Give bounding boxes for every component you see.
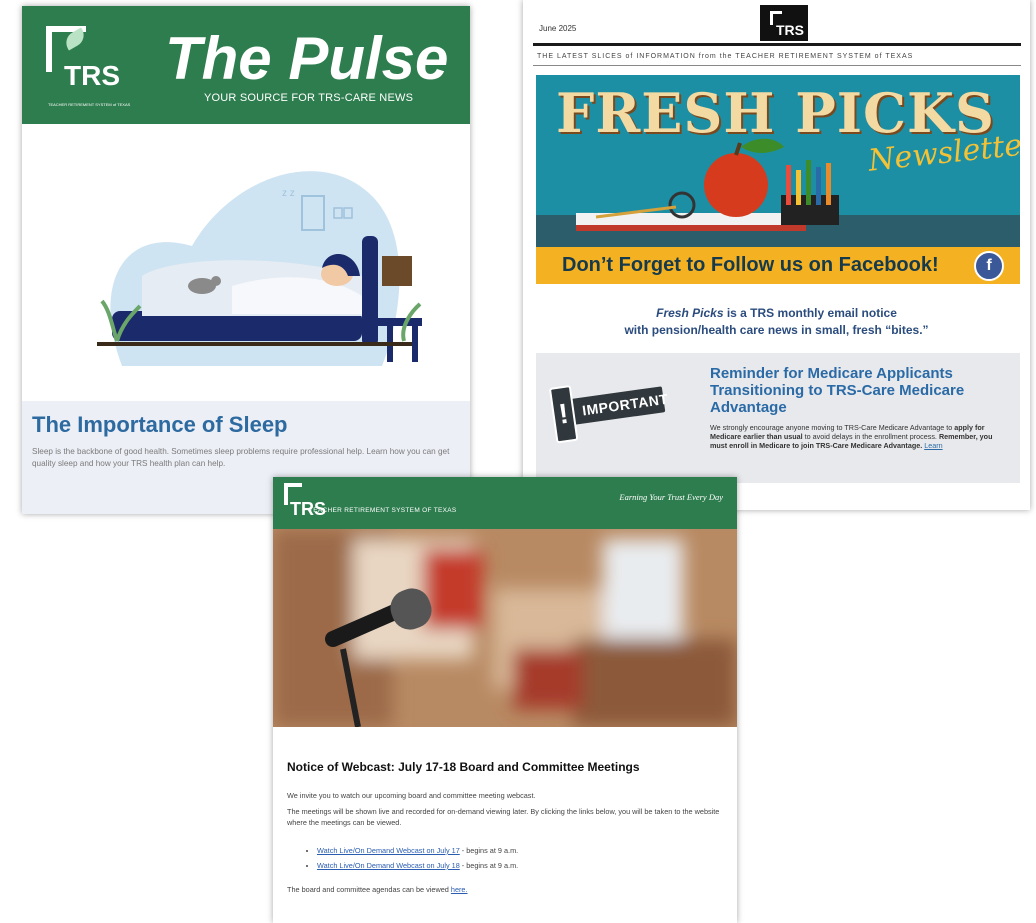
microphone-photo: [273, 529, 737, 727]
pulse-title: The Pulse: [165, 25, 449, 92]
newsletter-intro: Fresh Picks is a TRS monthly email notic…: [523, 305, 1030, 339]
intro-line-2: with pension/health care news in small, …: [624, 323, 929, 337]
list-item: Watch Live/On Demand Webcast on July 18 …: [317, 858, 717, 873]
webcast-notice-card: TRS TEACHER RETIREMENT SYSTEM OF TEXAS E…: [273, 477, 737, 923]
fresh-picks-newsletter-card: June 2025 TRS THE LATEST SLICES of INFOR…: [523, 0, 1030, 510]
intro-name: Fresh Picks: [656, 306, 724, 320]
divider: [533, 43, 1021, 46]
pulse-newsletter-card: TRS TEACHER RETIREMENT SYSTEM of TEXAS T…: [22, 6, 470, 514]
webcast-intro: We invite you to watch our upcoming boar…: [287, 791, 536, 800]
webcast-details: The meetings will be shown live and reco…: [287, 807, 720, 827]
svg-text:z z: z z: [282, 188, 295, 199]
facebook-icon[interactable]: f: [974, 251, 1004, 281]
trs-logo: TRS: [282, 483, 326, 523]
fresh-picks-banner: FRESH PICKS Newsletter: [536, 75, 1020, 258]
tagline: THE LATEST SLICES of INFORMATION from th…: [537, 53, 914, 60]
link-time: - begins at 9 a.m.: [459, 846, 519, 855]
pulse-subtitle: YOUR SOURCE FOR TRS-CARE NEWS: [204, 92, 414, 104]
reminder-text: to avoid delays in the enrollment proces…: [802, 432, 939, 441]
article-headline[interactable]: The Importance of Sleep: [32, 412, 288, 438]
issue-date: June 2025: [539, 24, 577, 33]
link-time: - begins at 9 a.m.: [459, 861, 519, 870]
learn-more-link[interactable]: Learn: [924, 441, 942, 450]
system-name: TEACHER RETIREMENT SYSTEM OF TEXAS: [309, 507, 457, 514]
trs-logo: TRS TEACHER RETIREMENT SYSTEM of TEXAS: [44, 26, 132, 107]
list-item: Watch Live/On Demand Webcast on July 17 …: [317, 843, 717, 858]
important-badge-icon: ! IMPORTANT: [548, 384, 670, 444]
agenda-text: The board and committee agendas can be v…: [287, 885, 451, 894]
badge-label: IMPORTANT: [581, 390, 670, 419]
exclamation-icon: !: [548, 384, 579, 444]
reminder-body: We strongly encourage anyone moving to T…: [710, 423, 1010, 450]
trs-logo-text: TRS: [64, 60, 120, 91]
banner-title: FRESH PICKS: [556, 81, 995, 145]
sleep-illustration: z z: [97, 171, 422, 366]
agenda-link[interactable]: here.: [451, 885, 468, 894]
intro-text: is a TRS monthly email notice: [723, 306, 897, 320]
agenda-note: The board and committee agendas can be v…: [287, 884, 727, 895]
divider: [533, 65, 1021, 66]
facebook-cta[interactable]: Don’t Forget to Follow us on Facebook!: [562, 254, 939, 277]
trs-logo: TRS: [760, 5, 808, 41]
pulse-header: TRS TEACHER RETIREMENT SYSTEM of TEXAS T…: [22, 6, 470, 124]
facebook-banner[interactable]: Don’t Forget to Follow us on Facebook! f: [536, 247, 1020, 284]
article-body: Sleep is the backbone of good health. So…: [32, 447, 450, 468]
webcast-header: TRS TEACHER RETIREMENT SYSTEM OF TEXAS E…: [273, 477, 737, 529]
webcast-july-18-link[interactable]: Watch Live/On Demand Webcast on July 18: [317, 861, 460, 870]
trs-logo-subtext: TEACHER RETIREMENT SYSTEM of TEXAS: [48, 102, 131, 107]
webcast-july-17-link[interactable]: Watch Live/On Demand Webcast on July 17: [317, 846, 460, 855]
reminder-text: We strongly encourage anyone moving to T…: [710, 423, 955, 432]
motto: Earning Your Trust Every Day: [619, 492, 723, 502]
reminder-title[interactable]: Reminder for Medicare Applicants Transit…: [710, 365, 1000, 416]
webcast-links-list: Watch Live/On Demand Webcast on July 17 …: [303, 843, 717, 873]
reminder-block: ! IMPORTANT Reminder for Medicare Applic…: [536, 353, 1020, 483]
webcast-headline: Notice of Webcast: July 17-18 Board and …: [287, 760, 640, 774]
trs-logo-text: TRS: [776, 22, 804, 38]
